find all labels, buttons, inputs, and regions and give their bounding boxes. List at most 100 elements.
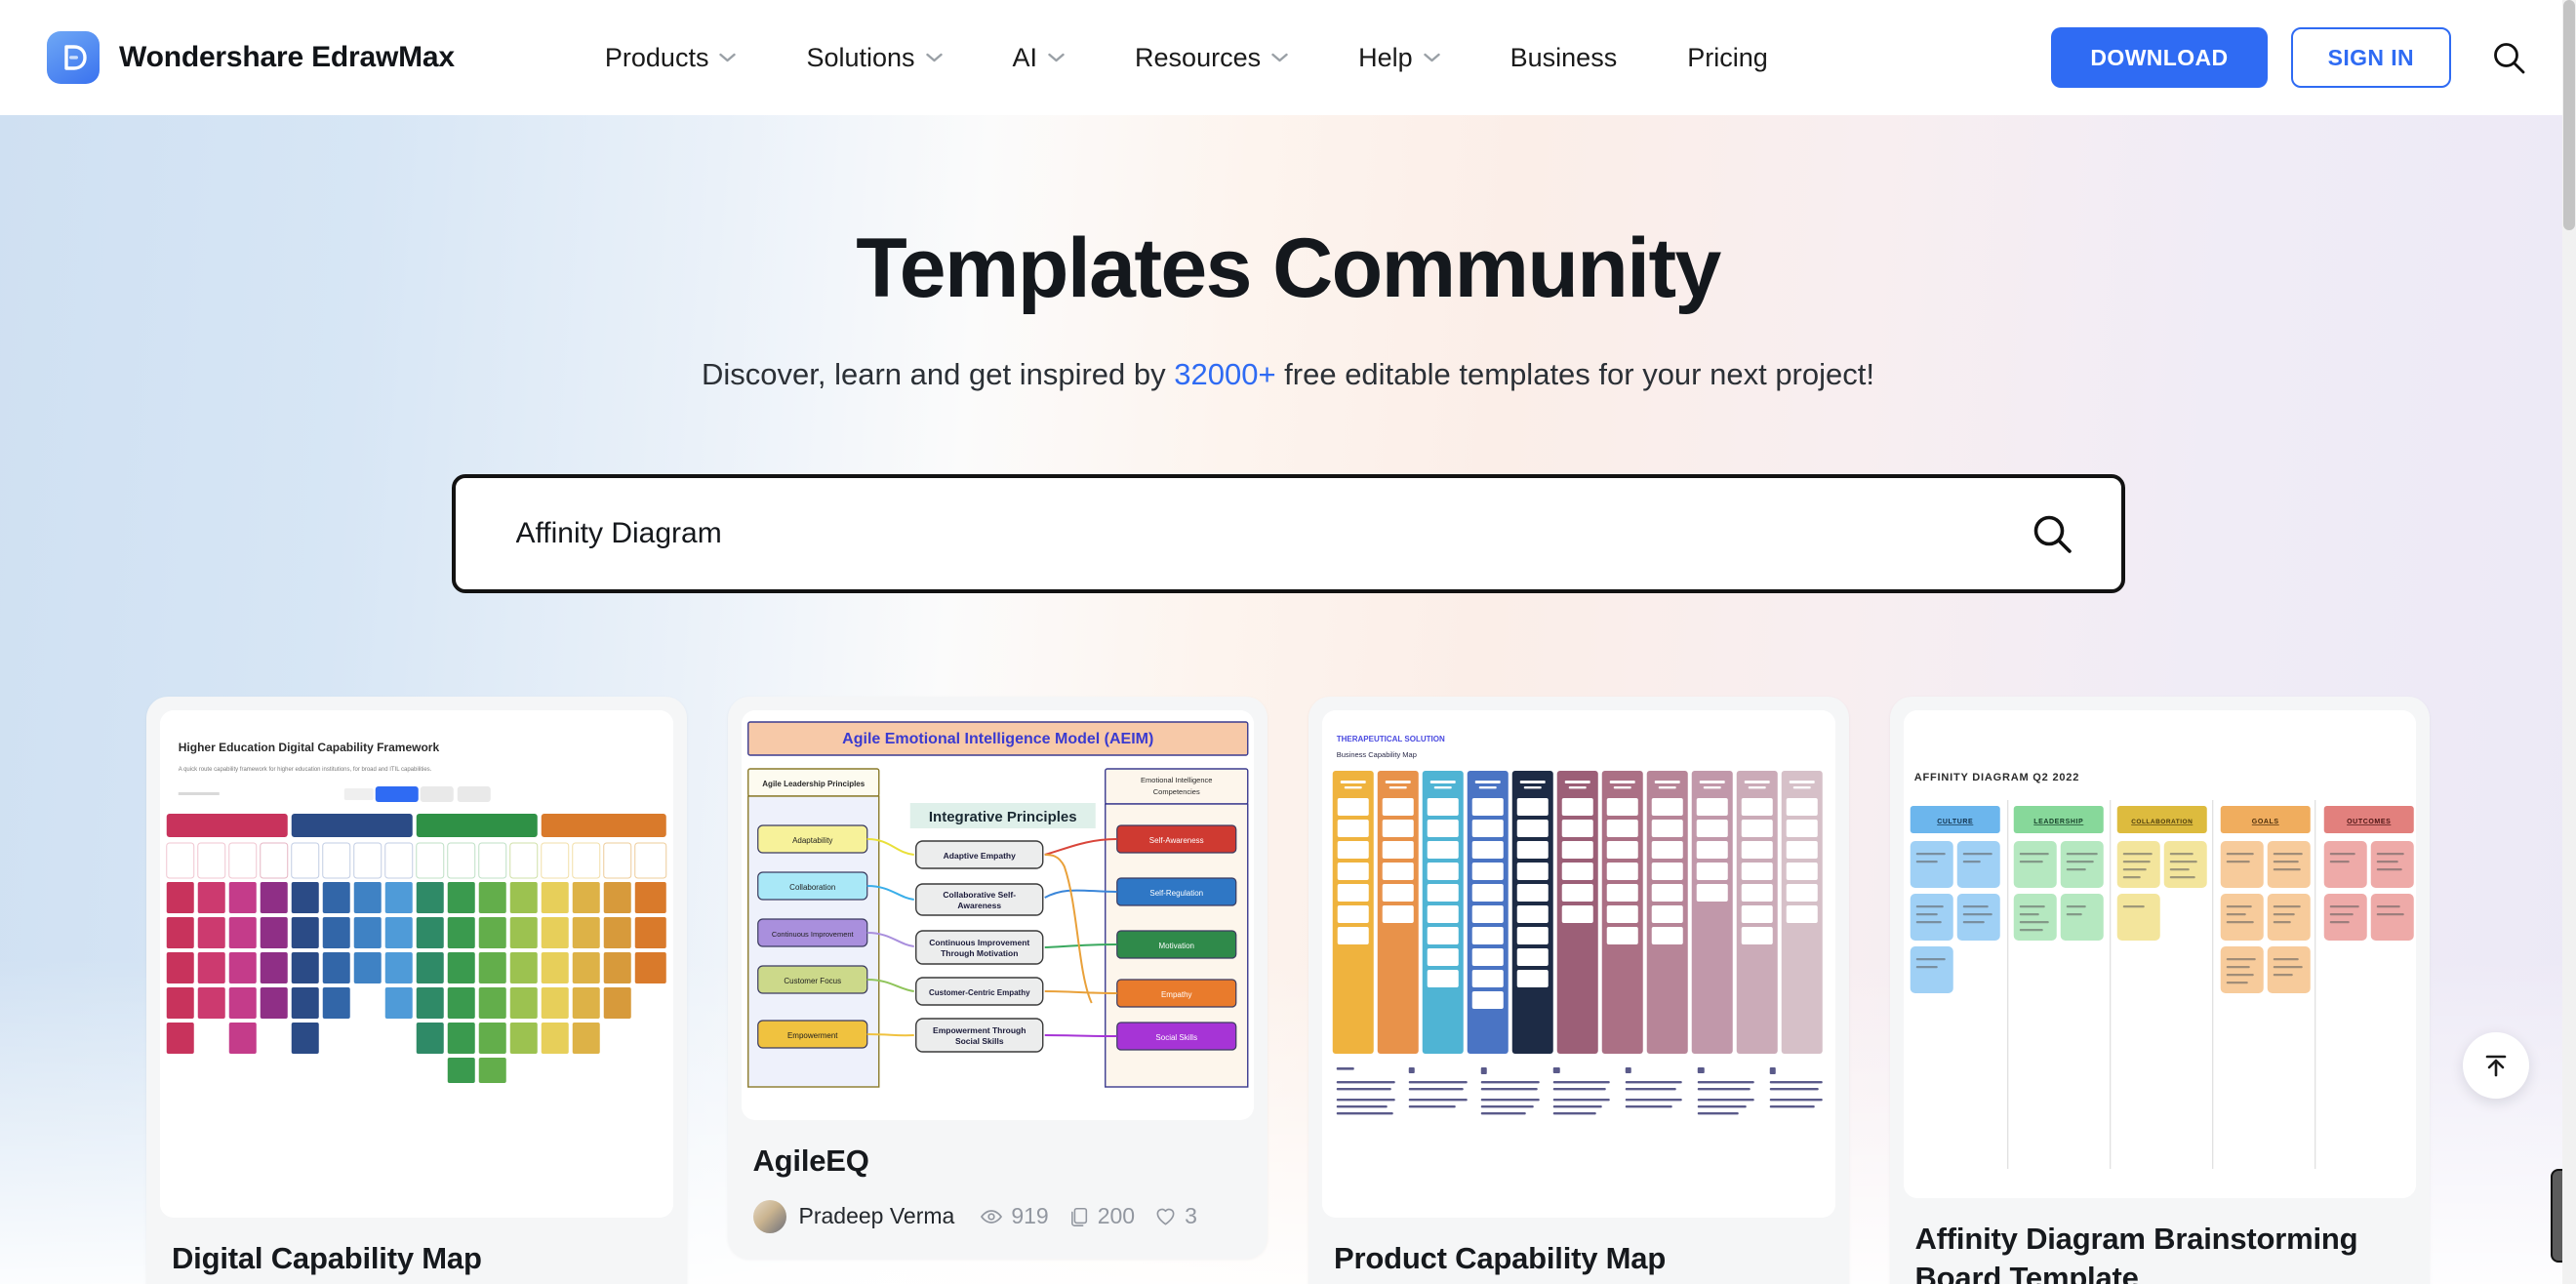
search-input[interactable]: [515, 517, 2022, 551]
svg-text:Competencies: Competencies: [1152, 787, 1199, 796]
views-stat: 919: [980, 1203, 1049, 1229]
svg-text:Collaboration: Collaboration: [789, 883, 835, 892]
svg-text:THERAPEUTICAL SOLUTION: THERAPEUTICAL SOLUTION: [1337, 735, 1445, 743]
grid-column-2: Agile Emotional Intelligence Model (AEIM…: [727, 697, 1268, 1284]
header-search-icon[interactable]: [2490, 39, 2527, 76]
card-title: AgileEQ: [752, 1144, 869, 1179]
subtitle-text-before: Discover, learn and get inspired by: [702, 357, 1175, 392]
template-card[interactable]: AFFINITY DIAGRAM Q2 2022 CULTURE LEADERS…: [1889, 697, 2430, 1284]
grid-column-4: AFFINITY DIAGRAM Q2 2022 CULTURE LEADERS…: [1889, 697, 2430, 1284]
svg-text:Business Capability Map: Business Capability Map: [1337, 750, 1417, 759]
card-title: Affinity Diagram Brainstorming Board Tem…: [1914, 1222, 2358, 1284]
template-grid: Higher Education Digital Capability Fram…: [146, 697, 2430, 1284]
svg-text:LEADERSHIP: LEADERSHIP: [2033, 819, 2083, 825]
card-body: AgileEQ Pradeep Verma 919 200 3: [742, 1120, 1255, 1233]
svg-text:Continuous Improvement: Continuous Improvement: [771, 930, 854, 939]
svg-text:A quick route capability frame: A quick route capability framework for h…: [179, 767, 432, 773]
heart-icon: [1156, 1209, 1175, 1225]
svg-text:Agile Emotional Intelligence M: Agile Emotional Intelligence Model (AEIM…: [842, 731, 1153, 747]
svg-text:OUTCOMES: OUTCOMES: [2347, 819, 2391, 825]
svg-text:Motivation: Motivation: [1158, 942, 1193, 950]
card-stats: 919 200 3: [980, 1203, 1197, 1229]
nav-item-pricing[interactable]: Pricing: [1652, 28, 1803, 87]
eye-icon: [981, 1210, 1003, 1224]
site-header: Wondershare EdrawMax Products Solutions …: [0, 0, 2576, 115]
svg-text:CULTURE: CULTURE: [1937, 819, 1973, 825]
grid-column-1: Higher Education Digital Capability Fram…: [146, 697, 687, 1284]
nav-item-ai[interactable]: AI: [978, 28, 1101, 87]
likes-count: 3: [1185, 1203, 1197, 1229]
page-subtitle: Discover, learn and get inspired by 3200…: [0, 357, 2576, 392]
svg-text:Through Motivation: Through Motivation: [941, 948, 1018, 958]
card-body: Affinity Diagram Brainstorming Board Tem…: [1904, 1198, 2417, 1284]
svg-text:Self-Awareness: Self-Awareness: [1148, 836, 1203, 845]
download-button[interactable]: DOWNLOAD: [2051, 27, 2268, 88]
nav-label: AI: [1012, 42, 1038, 72]
svg-text:Empowerment: Empowerment: [786, 1031, 837, 1040]
svg-text:COLLABORATION: COLLABORATION: [2131, 819, 2193, 825]
nav-label: Help: [1358, 42, 1413, 72]
chevron-down-icon: [1271, 53, 1288, 62]
template-card[interactable]: THERAPEUTICAL SOLUTION Business Capabili…: [1308, 697, 1849, 1284]
svg-text:Adaptability: Adaptability: [792, 836, 832, 845]
copies-stat: 200: [1068, 1203, 1135, 1229]
svg-text:Social Skills: Social Skills: [954, 1036, 1003, 1046]
card-author[interactable]: Pradeep Verma: [799, 1203, 955, 1229]
nav-item-products[interactable]: Products: [570, 28, 772, 87]
svg-text:Customer-Centric Empathy: Customer-Centric Empathy: [928, 988, 1029, 997]
chevron-down-icon: [719, 53, 737, 62]
svg-text:Empowerment Through: Empowerment Through: [933, 1025, 1026, 1035]
nav-item-resources[interactable]: Resources: [1100, 28, 1323, 87]
nav-label: Business: [1509, 42, 1618, 72]
grid-column-3: THERAPEUTICAL SOLUTION Business Capabili…: [1308, 697, 1849, 1284]
nav-item-solutions[interactable]: Solutions: [771, 28, 977, 87]
main-nav: Products Solutions AI Resources Help Bus…: [570, 28, 1803, 87]
chevron-down-icon: [1423, 53, 1440, 62]
nav-item-business[interactable]: Business: [1475, 28, 1653, 87]
scroll-to-top-button[interactable]: [2463, 1032, 2529, 1099]
svg-text:Customer Focus: Customer Focus: [784, 977, 841, 985]
svg-text:Agile Leadership Principles: Agile Leadership Principles: [762, 780, 865, 788]
copy-icon: [1070, 1207, 1087, 1226]
brand-name: Wondershare EdrawMax: [119, 41, 455, 73]
hero-section: Templates Community Discover, learn and …: [0, 115, 2576, 1284]
brand-logo-link[interactable]: Wondershare EdrawMax: [47, 31, 455, 84]
card-meta: Pradeep Verma 919 200 3: [752, 1199, 1243, 1233]
card-title: Product Capability Map: [1334, 1241, 1667, 1276]
svg-text:Continuous Improvement: Continuous Improvement: [929, 938, 1029, 947]
svg-text:GOALS: GOALS: [2251, 819, 2278, 825]
nav-label: Resources: [1135, 42, 1262, 72]
edraw-logo-icon: [47, 31, 100, 84]
search-icon: [2033, 515, 2072, 554]
card-body: Digital Capability Map Community Helper …: [160, 1218, 673, 1284]
template-count-highlight[interactable]: 32000+: [1174, 357, 1275, 391]
nav-label: Solutions: [806, 42, 915, 72]
card-thumbnail: Agile Emotional Intelligence Model (AEIM…: [741, 710, 1254, 1121]
card-title: Digital Capability Map: [172, 1241, 482, 1276]
page-scrollbar-thumb[interactable]: [2563, 0, 2575, 230]
views-count: 919: [1011, 1203, 1049, 1229]
chevron-down-icon: [1048, 53, 1065, 62]
search-submit-button[interactable]: [2022, 511, 2082, 556]
subtitle-text-after: free editable templates for your next pr…: [1275, 357, 1874, 392]
signin-button[interactable]: SIGN IN: [2290, 27, 2451, 88]
page-title: Templates Community: [856, 221, 1721, 315]
svg-text:Integrative Principles: Integrative Principles: [928, 809, 1076, 825]
svg-text:AFFINITY DIAGRAM Q2 2022: AFFINITY DIAGRAM Q2 2022: [1913, 772, 2078, 783]
svg-text:Collaborative Self-: Collaborative Self-: [943, 890, 1016, 900]
nav-label: Pricing: [1687, 42, 1768, 72]
svg-text:Empathy: Empathy: [1160, 990, 1191, 999]
svg-text:Awareness: Awareness: [957, 901, 1001, 910]
avatar: [752, 1199, 786, 1233]
svg-text:Emotional Intelligence: Emotional Intelligence: [1141, 776, 1212, 784]
template-card[interactable]: Agile Emotional Intelligence Model (AEIM…: [727, 697, 1268, 1259]
card-thumbnail: Higher Education Digital Capability Fram…: [160, 710, 673, 1219]
svg-text:Higher Education Digital Capab: Higher Education Digital Capability Fram…: [179, 741, 440, 754]
likes-stat[interactable]: 3: [1154, 1203, 1197, 1229]
scroll-to-top-icon: [2485, 1055, 2507, 1077]
nav-item-help[interactable]: Help: [1323, 28, 1475, 87]
svg-text:Adaptive Empathy: Adaptive Empathy: [943, 851, 1015, 861]
card-body: Product Capability Map Community Helper …: [1322, 1218, 1835, 1284]
svg-text:Self-Regulation: Self-Regulation: [1149, 889, 1203, 898]
template-card[interactable]: Higher Education Digital Capability Fram…: [146, 697, 687, 1284]
